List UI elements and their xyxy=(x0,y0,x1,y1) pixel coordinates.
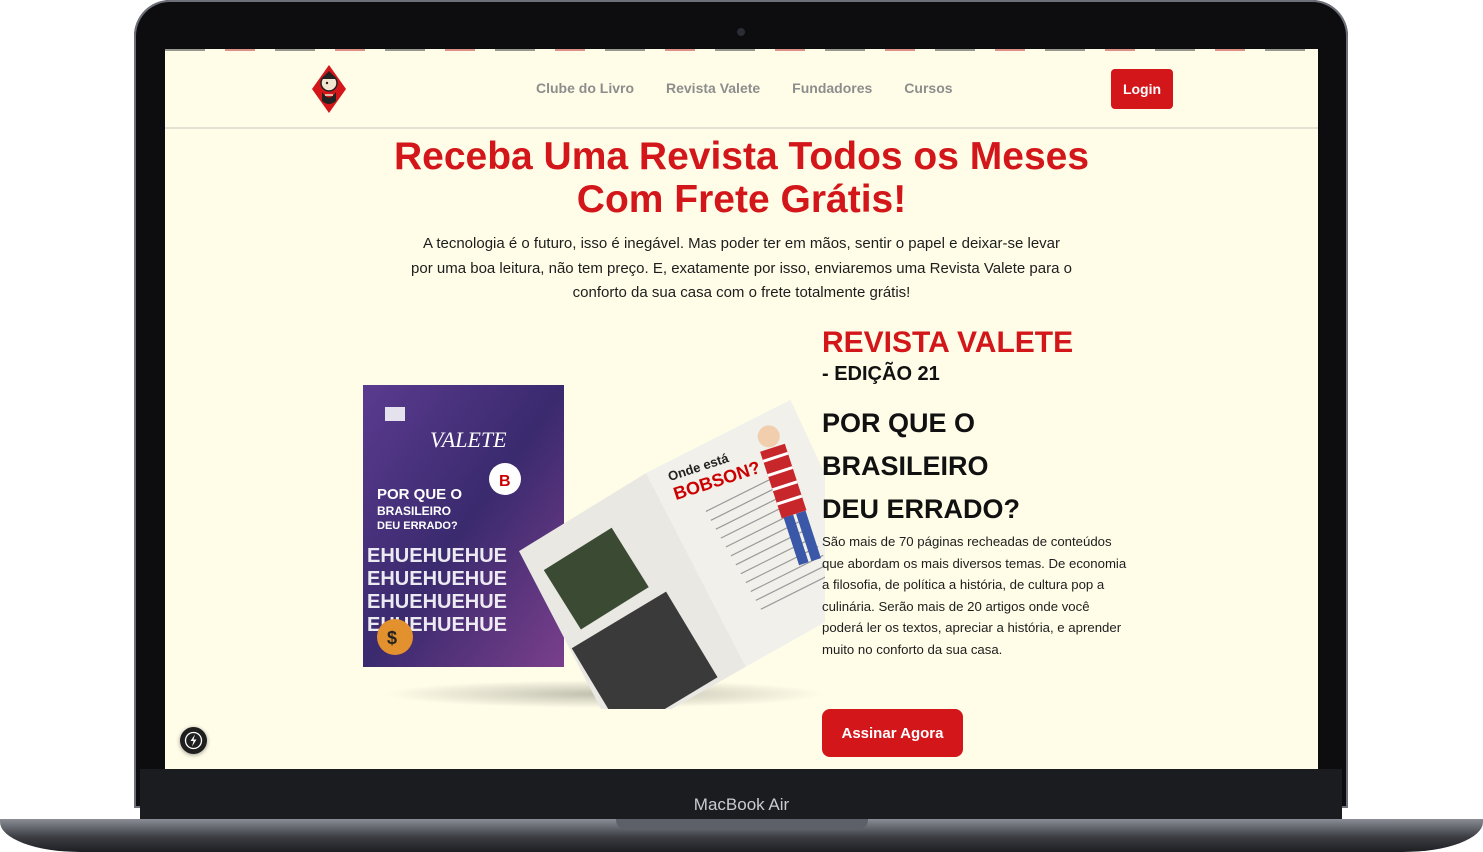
svg-text:B: B xyxy=(499,473,511,490)
cover-headline-2: BRASILEIRO xyxy=(377,504,451,518)
cover-headline-1: POR QUE O xyxy=(377,486,462,503)
product-edition: - EDIÇÃO 21 xyxy=(822,363,940,385)
cover-headline-3: DEU ERRADO? xyxy=(377,520,458,532)
laptop-notch xyxy=(616,819,868,830)
hero-text-line-2: por uma boa leitura, não tem preço. E, e… xyxy=(411,259,1072,277)
product-body-line-3: a filosofia, de política a história, de … xyxy=(822,577,1105,593)
subscribe-button[interactable]: Assinar Agora xyxy=(822,709,963,757)
browser-viewport: Clube do Livro Revista Valete Fundadores… xyxy=(165,49,1318,769)
lightning-icon xyxy=(184,731,203,750)
magazine-image: VALETE B POR QUE O BRASILEIRO DEU ERRADO… xyxy=(363,385,825,709)
product-headline-2: BRASILEIRO xyxy=(822,451,989,481)
product-body-line-1: São mais de 70 páginas recheadas de cont… xyxy=(822,534,1112,549)
product-headline: POR QUE O BRASILEIRO DEU ERRADO? xyxy=(822,402,1020,531)
product-description: São mais de 70 páginas recheadas de cont… xyxy=(822,531,1144,661)
magazine-cover: VALETE B POR QUE O BRASILEIRO DEU ERRADO… xyxy=(363,385,564,667)
nav-clube-do-livro[interactable]: Clube do Livro xyxy=(536,80,634,96)
lightning-fab-button[interactable] xyxy=(180,727,207,754)
device-brand-label: MacBook Air xyxy=(693,795,790,814)
product-body-line-6: muito no conforto da sua casa. xyxy=(822,641,1003,657)
product-headline-3: DEU ERRADO? xyxy=(822,494,1021,524)
hero-text-line-3: conforto da sua casa com o frete totalme… xyxy=(572,284,911,301)
cover-pattern-3: EHUEHUEHUE xyxy=(367,591,507,613)
svg-text:$: $ xyxy=(387,628,397,648)
hero-title-line-2: Com Frete Grátis! xyxy=(576,178,907,221)
nav-fundadores[interactable]: Fundadores xyxy=(792,80,872,96)
site-header: Clube do Livro Revista Valete Fundadores… xyxy=(165,51,1318,129)
valete-logo-icon[interactable] xyxy=(312,65,346,113)
hero-title: Receba Uma Revista Todos os Meses Com Fr… xyxy=(305,135,1178,221)
product-title: REVISTA VALETE xyxy=(822,326,1074,359)
cover-brand: VALETE xyxy=(430,427,507,452)
product-body-line-5: poderá ler os textos, apreciar a históri… xyxy=(822,620,1122,636)
login-button[interactable]: Login xyxy=(1111,69,1173,109)
product-body-line-4: culinária. Serão mais de 20 artigos onde… xyxy=(822,598,1090,614)
product-headline-1: POR QUE O xyxy=(822,408,976,438)
cover-pattern-2: EHUEHUEHUE xyxy=(367,568,507,590)
hero-title-line-1: Receba Uma Revista Todos os Meses xyxy=(393,135,1090,178)
cover-pattern-1: EHUEHUEHUE xyxy=(367,545,507,567)
nav-cursos[interactable]: Cursos xyxy=(904,80,952,96)
main-nav: Clube do Livro Revista Valete Fundadores… xyxy=(536,80,953,96)
hero-description: A tecnologia é o futuro, isso é inegável… xyxy=(400,232,1083,306)
hero-text-line-1: A tecnologia é o futuro, isso é inegável… xyxy=(422,235,1060,252)
product-body-line-2: que abordam os mais diversos temas. De e… xyxy=(822,555,1127,571)
camera-dot xyxy=(737,28,745,36)
nav-revista-valete[interactable]: Revista Valete xyxy=(666,80,760,96)
